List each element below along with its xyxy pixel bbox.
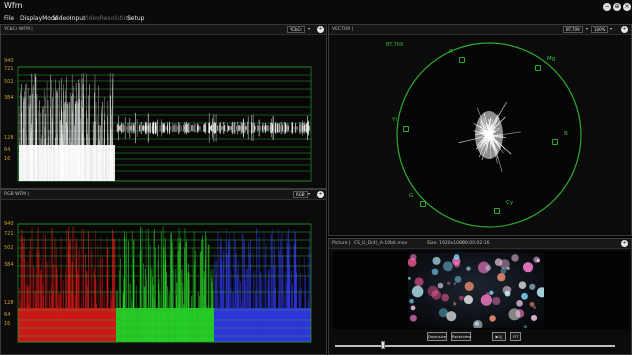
maximize-button[interactable]: ⊕ (613, 3, 621, 11)
menu-videoresolution: VideoResolution (83, 15, 132, 22)
rgb-tick-label: 940 (4, 221, 14, 227)
ycbcr-tick-label: 721 (4, 66, 14, 72)
target-box-yl (403, 126, 409, 132)
picture-label: Picture | (332, 241, 351, 246)
fit-button[interactable]: FIT (510, 332, 521, 341)
picture-filename: CS_U_D(4)_A-10bit.mov (353, 241, 408, 246)
ycbcr-waveform (17, 66, 312, 182)
vectorscope-panel: VECTOR | BT.709 ▾ 100% ▾ + BT.709 R Mg B… (328, 24, 632, 236)
chevron-down-icon[interactable]: ▾ (308, 191, 310, 196)
chevron-down-icon[interactable]: ▾ (610, 26, 612, 31)
rgb-tick-label: 502 (4, 245, 14, 251)
chevron-down-icon[interactable]: ▾ (586, 26, 588, 31)
add-icon[interactable]: + (317, 26, 324, 33)
rgb-panel-title: RGB WFM | (4, 192, 29, 197)
title-bar (0, 0, 632, 14)
picture-timecode: 00:00:02:16 (462, 241, 490, 246)
app-title: Wfm (4, 1, 23, 10)
menu-setup[interactable]: Setup (127, 15, 144, 22)
downsize-button[interactable]: Downsize (427, 332, 447, 341)
rgb-wfm-panel: RGB WFM | RGB ▾ + 940 721 502 384 128 64… (0, 189, 327, 355)
play-pause-button[interactable]: ▶/|| (492, 332, 506, 341)
target-box-mg (535, 65, 541, 71)
close-button[interactable]: × (623, 3, 631, 11)
vector-standard-select[interactable]: BT.709 (563, 26, 583, 33)
picture-size: Size: 1920x1080 (427, 241, 465, 246)
ycbcr-wfm-panel: YCbCr WFM | YCbCr ▾ + 940 721 502 384 12… (0, 24, 327, 189)
rgb-tick-label: 16 (4, 321, 11, 327)
video-frame (408, 252, 544, 328)
rgb-tick-label: 384 (4, 262, 14, 268)
target-label-g: G (409, 193, 414, 199)
rgb-mode-select[interactable]: RGB (293, 191, 308, 198)
ycbcr-panel-title: YCbCr WFM | (4, 27, 33, 32)
picture-panel-header: Picture | CS_U_D(4)_A-10bit.mov Size: 19… (329, 239, 631, 249)
vector-overlay-label: BT.709 (386, 42, 404, 48)
vector-panel-title: VECTOR | (332, 27, 354, 32)
target-label-r: R (449, 49, 453, 55)
target-box-cy (494, 208, 500, 214)
rgb-tick-label: 128 (4, 300, 14, 306)
picture-panel: Picture | CS_U_D(4)_A-10bit.mov Size: 19… (328, 238, 632, 355)
rgb-tick-label: 721 (4, 231, 14, 237)
ycbcr-tick-label: 128 (4, 135, 14, 141)
ycbcr-tick-label: 64 (4, 147, 11, 153)
menu-videoinput[interactable]: VideoInput (53, 15, 85, 22)
target-label-b: B (564, 131, 568, 137)
chevron-down-icon[interactable]: ▾ (308, 26, 310, 31)
playback-slider-track[interactable] (335, 345, 615, 347)
add-icon[interactable]: + (621, 240, 628, 247)
ycbcr-tick-label: 16 (4, 156, 11, 162)
target-label-mg: Mg (547, 56, 556, 62)
vectorscope-display (396, 42, 582, 228)
add-icon[interactable]: + (317, 191, 324, 198)
target-box-b (552, 139, 558, 145)
resetview-button[interactable]: Resetview (451, 332, 471, 341)
ycbcr-mode-select[interactable]: YCbCr (287, 26, 305, 33)
target-box-r (459, 57, 465, 63)
minimize-button[interactable]: − (603, 3, 611, 11)
target-label-cy: Cy (506, 200, 514, 206)
rgb-waveform (17, 223, 312, 343)
target-label-yl: Yl (392, 117, 397, 123)
playback-slider-handle[interactable] (380, 341, 385, 349)
target-box-g (420, 201, 426, 207)
ycbcr-tick-label: 502 (4, 79, 14, 85)
ycbcr-tick-label: 384 (4, 95, 14, 101)
rgb-panel-header: RGB WFM | (1, 190, 326, 200)
menu-file[interactable]: File (4, 15, 14, 22)
rgb-tick-label: 64 (4, 312, 11, 318)
add-icon[interactable]: + (621, 26, 628, 33)
vector-zoom-select[interactable]: 100% (591, 26, 609, 33)
ycbcr-panel-header: YCbCr WFM | (1, 25, 326, 35)
ycbcr-tick-label: 940 (4, 58, 14, 64)
